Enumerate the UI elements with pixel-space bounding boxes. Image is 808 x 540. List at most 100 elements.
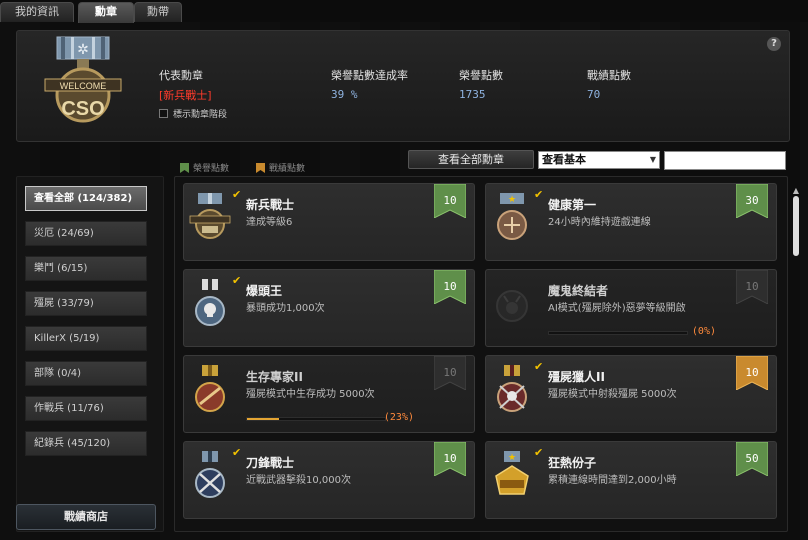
zombie-hunter-medal-icon xyxy=(497,365,527,412)
honor-points-label: 榮譽點數 xyxy=(459,69,503,82)
completed-check-icon: ✔ xyxy=(534,360,544,373)
medal-card[interactable]: ✔ 殭屍獵人II 殭屍模式中射殺殭屍 5000次 10 xyxy=(485,355,777,433)
medal-title: 爆頭王 xyxy=(246,284,283,298)
star-medal-icon: ★ xyxy=(497,193,527,240)
gold-cso-medal-icon: ★ xyxy=(495,451,529,495)
welcome-medal-icon xyxy=(189,193,231,239)
medal-points: 50 xyxy=(745,452,759,465)
medal-title: 魔鬼終結者 xyxy=(548,284,609,298)
medal-grid-scrollbar[interactable]: ▲ xyxy=(792,186,800,536)
medal-title: 狂熱份子 xyxy=(548,456,597,470)
medal-title: 新兵戰士 xyxy=(246,198,295,212)
completed-check-icon: ✔ xyxy=(534,188,544,201)
legend-record-points: 戰績點數 xyxy=(256,161,305,174)
medal-description: 達成等級6 xyxy=(246,217,293,228)
medal-description: 近戰武器擊殺10,000次 xyxy=(246,475,351,486)
medal-card[interactable]: ✔ 爆頭王 暴頭成功1,000次 10 xyxy=(183,269,475,347)
representative-label: 代表勳章 xyxy=(159,69,203,82)
completed-check-icon: ✔ xyxy=(232,274,242,287)
show-stage-checkbox[interactable] xyxy=(159,109,168,118)
medal-description: 24小時內維持遊戲連線 xyxy=(548,217,651,228)
show-stage-label: 標示勳章階段 xyxy=(173,110,228,120)
survival-medal-icon xyxy=(195,365,225,412)
record-points-value: 70 xyxy=(587,88,601,101)
medal-search-input[interactable] xyxy=(664,151,786,170)
medal-points: 10 xyxy=(745,280,759,293)
legend-record-label: 戰績點數 xyxy=(269,164,306,174)
medal-progress-label: (0%) xyxy=(691,326,716,337)
tab-medals[interactable]: 勳章 xyxy=(78,2,134,23)
scroll-thumb[interactable] xyxy=(793,196,799,256)
medal-summary-panel: ? ✲ WELCOME CSO 代表勳章 [新兵戰士] 標示勳章階段 榮譽點數達… xyxy=(16,30,790,142)
medal-points: 10 xyxy=(443,194,457,207)
medal-card[interactable]: 魔鬼終結者 AI模式(殭屍除外)惡夢等級開啟 10 (0%) xyxy=(485,269,777,347)
green-ribbon-icon xyxy=(180,162,189,173)
medal-welcome-text: WELCOME xyxy=(60,81,107,91)
demon-medal-icon xyxy=(496,290,528,322)
sidebar-item-fight[interactable]: 樂鬥 (6/15) xyxy=(25,256,147,281)
medal-points: 30 xyxy=(745,194,759,207)
medal-card[interactable]: ✔ 新兵戰士 達成等級6 10 xyxy=(183,183,475,261)
representative-value[interactable]: [新兵戰士] xyxy=(159,87,227,103)
completed-check-icon: ✔ xyxy=(534,446,544,459)
representative-medal-icon: ✲ WELCOME CSO xyxy=(44,36,122,123)
completion-label: 榮譽點數達成率 xyxy=(331,69,408,82)
medal-progress-bar xyxy=(548,331,688,335)
tab-my-info[interactable]: 我的資訊 xyxy=(0,2,74,22)
view-all-medals-button[interactable]: 查看全部勳章 xyxy=(408,150,534,169)
medal-description: 殭屍模式中生存成功 5000次 xyxy=(246,389,375,400)
legend-honor-points: 榮譽點數 xyxy=(180,161,229,174)
sidebar-item-combat[interactable]: 作戰兵 (11/76) xyxy=(25,396,147,421)
honor-points-value: 1735 xyxy=(459,88,486,101)
medal-card[interactable]: ✔ 刀鋒戰士 近戰武器擊殺10,000次 10 xyxy=(183,441,475,519)
medal-title: 健康第一 xyxy=(548,198,597,212)
medal-progress-fill xyxy=(247,418,279,420)
sidebar-item-record[interactable]: 紀錄兵 (45/120) xyxy=(25,431,147,456)
medal-title: 生存專家II xyxy=(246,370,303,384)
sidebar-item-squad[interactable]: 部隊 (0/4) xyxy=(25,361,147,386)
medal-cso-text: CSO xyxy=(61,98,104,120)
medal-description: 殭屍模式中射殺殭屍 5000次 xyxy=(548,389,677,400)
help-icon[interactable]: ? xyxy=(767,37,781,51)
medal-card[interactable]: 生存專家II 殭屍模式中生存成功 5000次 10 (23%) xyxy=(183,355,475,433)
completion-value: 39 % xyxy=(331,88,358,101)
record-shop-button[interactable]: 戰績商店 xyxy=(16,504,156,530)
sidebar-item-killerx[interactable]: KillerX (5/19) xyxy=(25,326,147,351)
sidebar-item-disaster[interactable]: 災厄 (24/69) xyxy=(25,221,147,246)
chevron-down-icon: ▼ xyxy=(649,155,656,164)
record-points-stat: 戰績點數 70 xyxy=(587,67,631,101)
medal-points: 10 xyxy=(443,452,457,465)
sidebar-item-all[interactable]: 查看全部 (124/382) xyxy=(25,186,147,211)
medal-progress-label: (23%) xyxy=(383,412,414,423)
medal-description: 累積連線時間達到2,000小時 xyxy=(548,475,677,486)
svg-text:★: ★ xyxy=(508,195,516,205)
medal-title: 殭屍獵人II xyxy=(548,370,605,384)
legend-honor-label: 榮譽點數 xyxy=(193,164,230,174)
show-stage-toggle[interactable]: 標示勳章階段 xyxy=(159,107,227,120)
tab-bar: 我的資訊 勳章 勳帶 xyxy=(0,0,808,23)
medal-title: 刀鋒戰士 xyxy=(246,456,295,470)
completed-check-icon: ✔ xyxy=(232,188,242,201)
medal-progress-bar xyxy=(246,417,386,421)
category-sidebar: 查看全部 (124/382) 災厄 (24/69) 樂鬥 (6/15) 殭屍 (… xyxy=(16,176,164,532)
completed-check-icon: ✔ xyxy=(232,446,242,459)
skull-medal-icon xyxy=(195,279,225,326)
honor-points-stat: 榮譽點數 1735 xyxy=(459,67,503,101)
completion-stat: 榮譽點數達成率 39 % xyxy=(331,67,408,101)
sidebar-item-zombie[interactable]: 殭屍 (33/79) xyxy=(25,291,147,316)
medal-description: AI模式(殭屍除外)惡夢等級開啟 xyxy=(548,303,686,314)
scroll-up-arrow-icon[interactable]: ▲ xyxy=(792,186,800,195)
medal-points: 10 xyxy=(745,366,759,379)
tab-ribbons[interactable]: 勳帶 xyxy=(134,2,182,22)
medal-filter-select[interactable]: 查看基本 ▼ xyxy=(538,151,660,169)
medal-card[interactable]: ★ ✔ 健康第一 24小時內維持遊戲連線 30 xyxy=(485,183,777,261)
record-points-label: 戰績點數 xyxy=(587,69,631,82)
svg-text:✲: ✲ xyxy=(77,42,89,58)
medal-card[interactable]: ★ ✔ 狂熱份子 累積連線時間達到2,000小時 50 xyxy=(485,441,777,519)
medal-points: 10 xyxy=(443,280,457,293)
svg-text:★: ★ xyxy=(508,453,516,463)
medal-grid: ✔ 新兵戰士 達成等級6 10 ★ ✔ 健康第一 24小時內維持遊戲連線 30 … xyxy=(174,176,788,532)
blade-medal-icon xyxy=(195,451,225,498)
orange-ribbon-icon xyxy=(256,162,265,173)
medal-filter-value: 查看基本 xyxy=(542,153,586,166)
